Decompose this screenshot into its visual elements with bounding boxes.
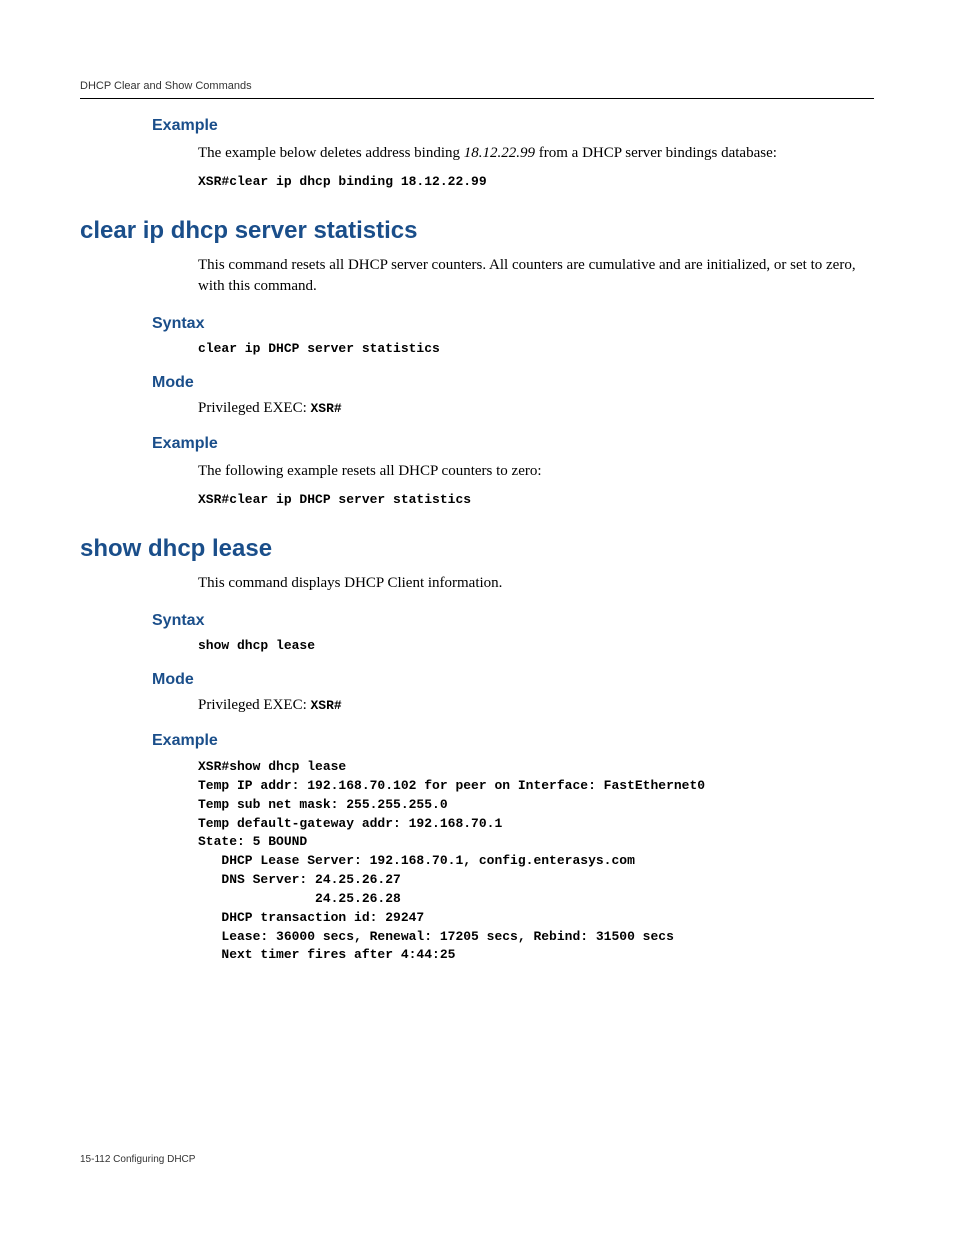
mode-line: Privileged EXEC: XSR# xyxy=(198,697,874,714)
command-intro: This command displays DHCP Client inform… xyxy=(198,573,874,594)
example-intro-post: from a DHCP server bindings database: xyxy=(535,145,777,161)
example-intro-ip: 18.12.22.99 xyxy=(464,145,535,161)
mode-label: Privileged EXEC: xyxy=(198,400,311,416)
example-command: XSR#clear ip DHCP server statistics xyxy=(198,492,874,507)
command-intro: This command resets all DHCP server coun… xyxy=(198,255,874,297)
example-command: XSR#clear ip dhcp binding 18.12.22.99 xyxy=(198,174,874,189)
example-intro: The following example resets all DHCP co… xyxy=(198,461,874,482)
mode-label: Privileged EXEC: xyxy=(198,697,311,713)
syntax-command: clear ip DHCP server statistics xyxy=(198,341,874,356)
mode-line: Privileged EXEC: XSR# xyxy=(198,400,874,417)
example-intro-pre: The example below deletes address bindin… xyxy=(198,145,464,161)
command-title-clear-stats: clear ip dhcp server statistics xyxy=(80,217,874,245)
running-head: DHCP Clear and Show Commands xyxy=(80,80,874,98)
example-heading: Example xyxy=(152,732,874,750)
syntax-heading: Syntax xyxy=(152,315,874,333)
header-rule xyxy=(80,98,874,99)
example-output: XSR#show dhcp lease Temp IP addr: 192.16… xyxy=(198,758,874,965)
page: DHCP Clear and Show Commands Example The… xyxy=(0,0,954,1235)
syntax-heading: Syntax xyxy=(152,612,874,630)
page-footer: 15-112 Configuring DHCP xyxy=(80,1154,195,1165)
example-heading: Example xyxy=(152,435,874,453)
mode-prompt: XSR# xyxy=(311,698,342,713)
mode-heading: Mode xyxy=(152,374,874,392)
example-heading: Example xyxy=(152,117,874,135)
command-title-show-lease: show dhcp lease xyxy=(80,535,874,563)
mode-prompt: XSR# xyxy=(311,401,342,416)
example-intro: The example below deletes address bindin… xyxy=(198,143,874,164)
syntax-command: show dhcp lease xyxy=(198,638,874,653)
mode-heading: Mode xyxy=(152,671,874,689)
